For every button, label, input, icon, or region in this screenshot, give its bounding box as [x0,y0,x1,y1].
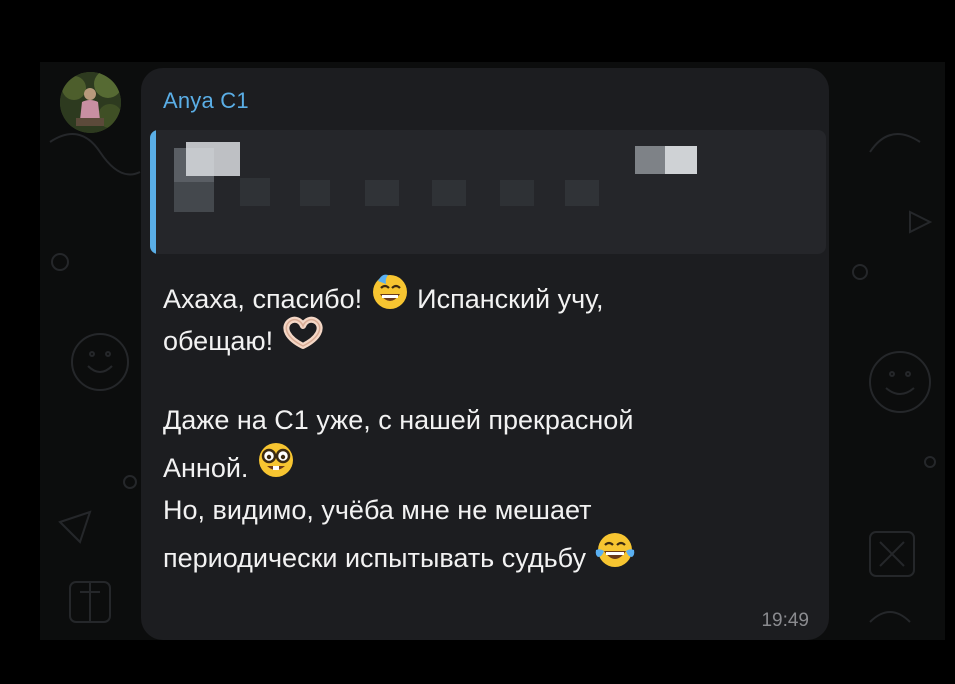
message-line: периодически испытывать судьбу [163,533,803,578]
message-line: Ахаха, спасибо! Испанский учу, [163,274,803,319]
message-text: Ахаха, спасибо! Испанский учу, обещаю! Д… [163,274,803,578]
message-bubble[interactable]: Anya C1 Ахаха, спасибо! Испанский учу, о… [141,68,829,640]
tears-of-joy-emoji-icon [594,530,636,584]
heart-hands-emoji-icon [281,316,325,364]
message-line: Даже на С1 уже, с нашей прекрасной [163,405,634,435]
message-text-segment: Анной. [163,453,249,484]
message-text-segment: периодически испытывать судьбу [163,543,587,574]
message-line: обещаю! [163,316,803,364]
message-text-segment: Ахаха, спасибо! [163,284,363,315]
sender-name[interactable]: Anya C1 [163,88,249,114]
message-line: Анной. [163,443,803,488]
sender-avatar[interactable] [60,72,121,133]
chat-background: Anya C1 Ахаха, спасибо! Испанский учу, о… [40,62,945,640]
message-timestamp: 19:49 [761,610,809,631]
reply-blurred-content [150,130,826,254]
message-line: Но, видимо, учёба мне не мешает [163,495,592,525]
sweat-smile-emoji-icon [370,271,410,325]
nerd-face-emoji-icon [256,440,296,494]
message-text-segment: обещаю! [163,326,274,357]
reply-quote[interactable] [150,130,826,254]
message-text-segment: Испанский учу, [417,284,604,315]
